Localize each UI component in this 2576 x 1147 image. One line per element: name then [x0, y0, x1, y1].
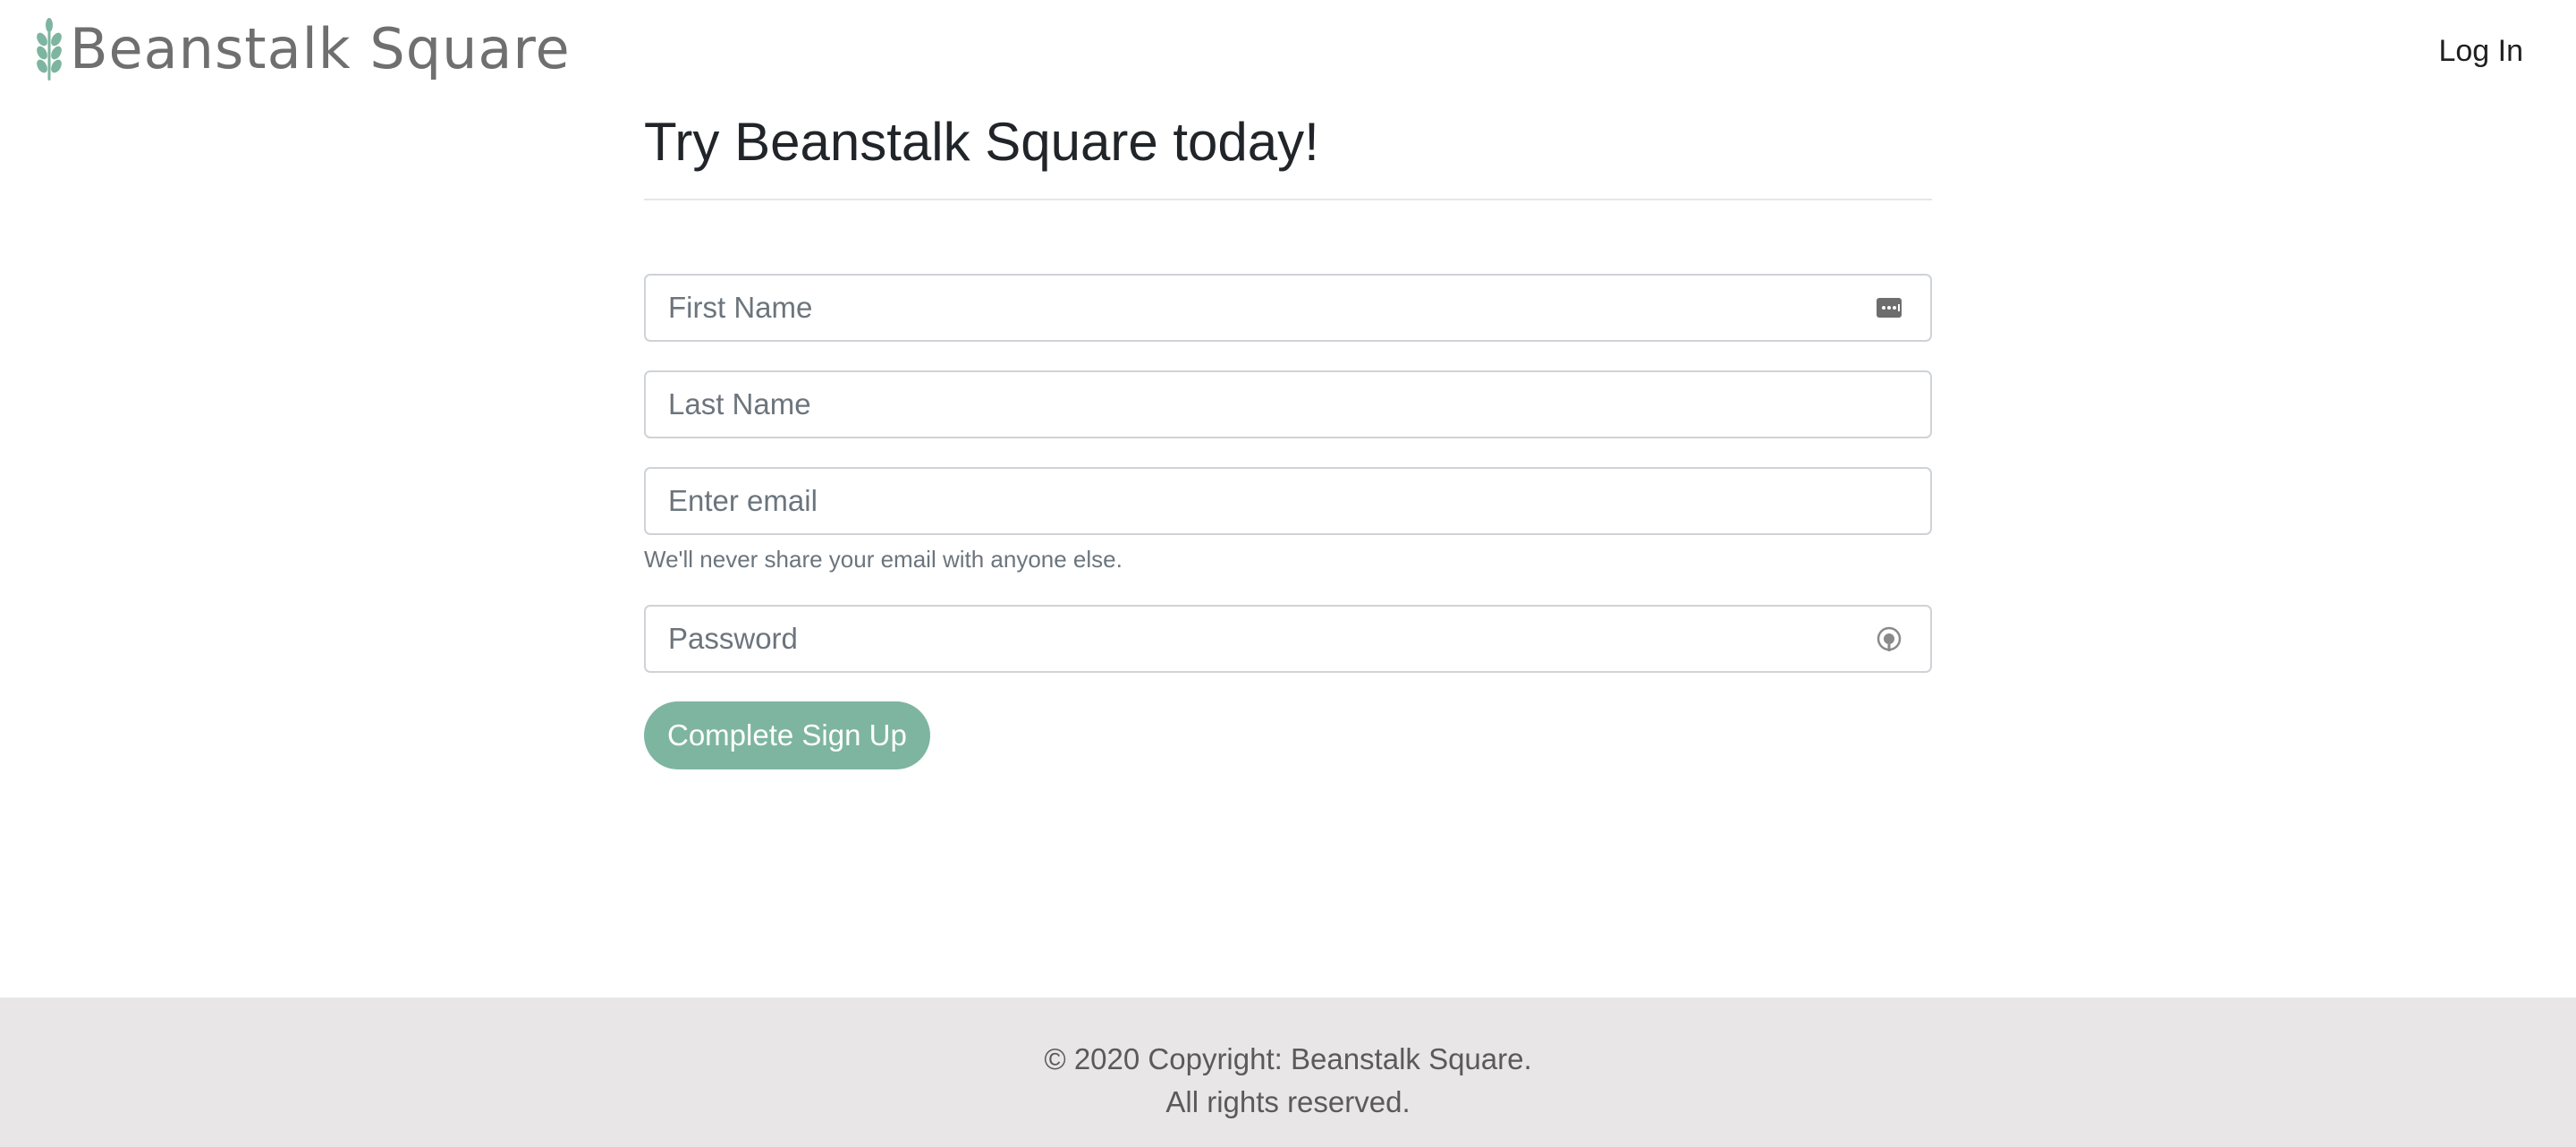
footer: © 2020 Copyright: Beanstalk Square. All … [0, 998, 2576, 1147]
footer-copyright: © 2020 Copyright: Beanstalk Square. [1044, 1042, 1532, 1075]
complete-sign-up-button[interactable]: Complete Sign Up [644, 701, 930, 769]
signup-form-container: Try Beanstalk Square today! We'll never … [644, 107, 1932, 769]
email-field [644, 467, 1932, 535]
brand-logo-link[interactable]: Beanstalk Square [34, 18, 571, 81]
brand-name: Beanstalk Square [70, 16, 571, 81]
title-divider [644, 199, 1932, 200]
first-name-input[interactable] [646, 276, 1930, 340]
page-title: Try Beanstalk Square today! [644, 112, 1319, 172]
autofill-contact-icon[interactable] [1875, 293, 1903, 322]
password-field [644, 605, 1932, 673]
email-help-text: We'll never share your email with anyone… [644, 546, 1123, 573]
first-name-field [644, 274, 1932, 342]
last-name-input[interactable] [646, 372, 1930, 437]
wheat-leaf-icon [37, 18, 62, 81]
password-key-icon[interactable] [1875, 624, 1903, 653]
last-name-field [644, 370, 1932, 438]
email-input[interactable] [646, 469, 1930, 533]
login-link[interactable]: Log In [2438, 34, 2523, 69]
footer-rights: All rights reserved. [1165, 1085, 1411, 1118]
signup-page: Beanstalk Square Log In Try Beanstalk Sq… [0, 0, 2576, 1147]
password-input[interactable] [646, 607, 1930, 671]
